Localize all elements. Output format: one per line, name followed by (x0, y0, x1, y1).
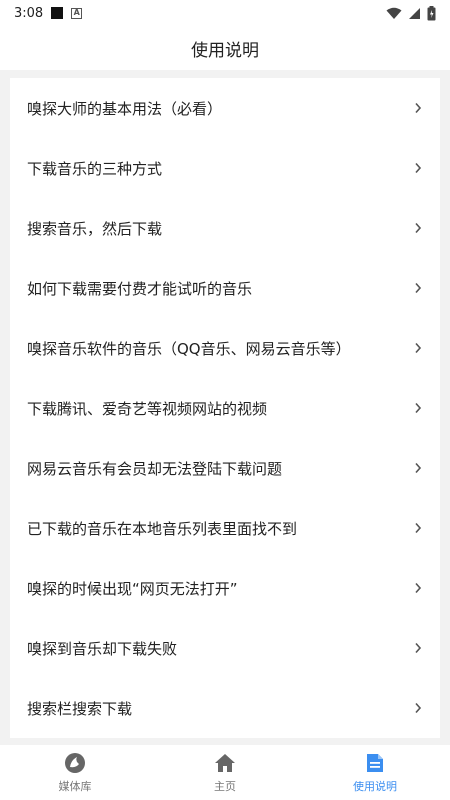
help-topic-label: 如何下载需要付费才能试听的音乐 (27, 279, 253, 298)
help-topic-item[interactable]: 搜索音乐，然后下载 (10, 198, 440, 258)
help-topic-label: 搜索音乐，然后下载 (27, 219, 163, 238)
chevron-right-icon (414, 461, 424, 475)
chevron-right-icon (414, 161, 424, 175)
status-bar: 3:08 A (0, 0, 450, 26)
chevron-right-icon (414, 521, 424, 535)
help-topic-label: 嗅探音乐软件的音乐（QQ音乐、网易云音乐等） (27, 339, 351, 358)
chevron-right-icon (414, 221, 424, 235)
tab-label: 媒体库 (58, 779, 92, 793)
help-topic-item[interactable]: 下载音乐的三种方式 (10, 138, 440, 198)
help-topic-item[interactable]: 网易云音乐有会员却无法登陆下载问题 (10, 438, 440, 498)
chevron-right-icon (414, 581, 424, 595)
chevron-right-icon (414, 341, 424, 355)
bottom-tab-bar: 媒体库 主页 使用说明 (0, 745, 450, 800)
chevron-right-icon (414, 281, 424, 295)
tab-instructions[interactable]: 使用说明 (300, 745, 450, 800)
tab-media-library[interactable]: 媒体库 (0, 745, 150, 800)
tab-label: 使用说明 (353, 779, 397, 793)
help-topic-label: 网易云音乐有会员却无法登陆下载问题 (27, 459, 283, 478)
help-topic-list: 嗅探大师的基本用法（必看） 下载音乐的三种方式 搜索音乐，然后下载 如何下载需要… (10, 78, 440, 738)
help-topic-item[interactable]: 嗅探的时候出现“网页无法打开” (10, 558, 440, 618)
battery-icon (427, 5, 436, 20)
help-topic-item[interactable]: 如何下载需要付费才能试听的音乐 (10, 258, 440, 318)
page-header: 使用说明 (0, 26, 450, 70)
help-topic-label: 搜索栏搜索下载 (27, 699, 133, 718)
help-topic-item[interactable]: 嗅探到音乐却下载失败 (10, 618, 440, 678)
help-topic-label: 嗅探到音乐却下载失败 (27, 639, 178, 658)
document-icon (367, 753, 383, 772)
help-topic-label: 嗅探大师的基本用法（必看） (27, 99, 223, 118)
wifi-icon (386, 7, 402, 19)
status-time: 3:08 (14, 5, 44, 21)
chevron-right-icon (414, 701, 424, 715)
help-topic-label: 下载音乐的三种方式 (27, 159, 163, 178)
help-topic-item[interactable]: 搜索栏搜索下载 (10, 678, 440, 738)
help-topic-item[interactable]: 嗅探音乐软件的音乐（QQ音乐、网易云音乐等） (10, 318, 440, 378)
app-notification-icon: A (71, 7, 83, 19)
chevron-right-icon (414, 101, 424, 115)
home-icon (215, 753, 235, 772)
chevron-right-icon (414, 401, 424, 415)
tab-home[interactable]: 主页 (150, 745, 300, 800)
signal-icon (409, 7, 420, 19)
tab-label: 主页 (214, 779, 236, 793)
help-topic-label: 下载腾讯、爱奇艺等视频网站的视频 (27, 399, 268, 418)
help-topic-item[interactable]: 嗅探大师的基本用法（必看） (10, 78, 440, 138)
page-title: 使用说明 (191, 40, 259, 61)
help-topic-item[interactable]: 已下载的音乐在本地音乐列表里面找不到 (10, 498, 440, 558)
chevron-right-icon (414, 641, 424, 655)
help-topic-label: 嗅探的时候出现“网页无法打开” (27, 579, 238, 598)
notification-icon (51, 7, 64, 19)
media-library-icon (65, 752, 85, 773)
help-topic-label: 已下载的音乐在本地音乐列表里面找不到 (27, 519, 298, 538)
help-topic-item[interactable]: 下载腾讯、爱奇艺等视频网站的视频 (10, 378, 440, 438)
